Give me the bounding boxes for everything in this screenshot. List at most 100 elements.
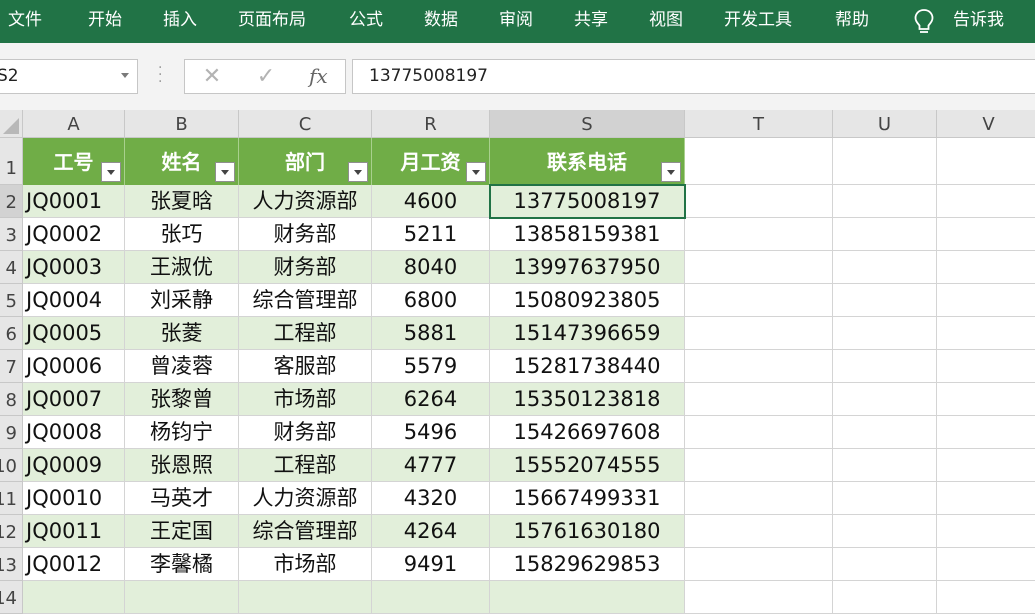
empty-cell[interactable] [937, 548, 1035, 581]
cell-phone[interactable]: 13997637950 [490, 251, 685, 284]
row-header[interactable]: 1 [0, 138, 23, 185]
empty-cell[interactable] [833, 138, 937, 185]
cell-dept[interactable]: 财务部 [239, 218, 372, 251]
cell-dept[interactable]: 人力资源部 [239, 185, 372, 218]
cell-phone[interactable]: 15147396659 [490, 317, 685, 350]
cell-phone[interactable]: 15552074555 [490, 449, 685, 482]
cell-salary[interactable] [372, 581, 490, 614]
cell-id[interactable]: JQ0009 [23, 449, 125, 482]
empty-cell[interactable] [937, 350, 1035, 383]
empty-cell[interactable] [937, 416, 1035, 449]
cell-dept[interactable]: 工程部 [239, 317, 372, 350]
tab-formulas[interactable]: 公式 [349, 0, 383, 43]
cell-dept[interactable]: 市场部 [239, 548, 372, 581]
empty-cell[interactable] [833, 515, 937, 548]
row-header[interactable]: 2 [0, 185, 23, 218]
row-header[interactable]: 6 [0, 317, 23, 350]
cell-phone[interactable]: 13858159381 [490, 218, 685, 251]
name-box[interactable]: S2 [0, 59, 138, 94]
empty-cell[interactable] [937, 383, 1035, 416]
cell-name[interactable]: 杨钧宁 [125, 416, 239, 449]
cell-salary[interactable]: 6264 [372, 383, 490, 416]
cell-salary[interactable]: 5211 [372, 218, 490, 251]
cell-phone[interactable]: 13775008197 [490, 185, 685, 218]
cell-phone[interactable]: 15829629853 [490, 548, 685, 581]
cell-salary[interactable]: 4320 [372, 482, 490, 515]
empty-cell[interactable] [685, 482, 833, 515]
empty-cell[interactable] [685, 548, 833, 581]
empty-cell[interactable] [937, 317, 1035, 350]
cell-salary[interactable]: 5579 [372, 350, 490, 383]
column-header-t[interactable]: T [685, 110, 833, 138]
row-header[interactable]: 10 [0, 449, 23, 482]
cell-name[interactable]: 王淑优 [125, 251, 239, 284]
cell-dept[interactable] [239, 581, 372, 614]
empty-cell[interactable] [685, 449, 833, 482]
tab-file[interactable]: 文件 [8, 0, 42, 43]
empty-cell[interactable] [833, 284, 937, 317]
empty-cell[interactable] [685, 284, 833, 317]
empty-cell[interactable] [685, 251, 833, 284]
column-header-r[interactable]: R [372, 110, 490, 138]
cell-salary[interactable]: 5881 [372, 317, 490, 350]
filter-dropdown-icon[interactable] [661, 162, 681, 182]
empty-cell[interactable] [937, 185, 1035, 218]
insert-function-icon[interactable]: fx [309, 64, 328, 88]
row-header[interactable]: 14 [0, 581, 23, 614]
tell-me-search[interactable]: 告诉我 [953, 0, 1004, 43]
cell-id[interactable] [23, 581, 125, 614]
cell-salary[interactable]: 6800 [372, 284, 490, 317]
row-header[interactable]: 8 [0, 383, 23, 416]
cell-id[interactable]: JQ0003 [23, 251, 125, 284]
tab-view[interactable]: 视图 [649, 0, 683, 43]
cell-name[interactable]: 刘采静 [125, 284, 239, 317]
empty-cell[interactable] [833, 350, 937, 383]
cell-dept[interactable]: 工程部 [239, 449, 372, 482]
row-header[interactable]: 7 [0, 350, 23, 383]
cell-phone[interactable]: 15281738440 [490, 350, 685, 383]
row-header[interactable]: 13 [0, 548, 23, 581]
empty-cell[interactable] [833, 218, 937, 251]
cell-phone[interactable]: 15761630180 [490, 515, 685, 548]
empty-cell[interactable] [685, 185, 833, 218]
cell-phone[interactable]: 15667499331 [490, 482, 685, 515]
tab-review[interactable]: 审阅 [499, 0, 533, 43]
cell-name[interactable]: 马英才 [125, 482, 239, 515]
empty-cell[interactable] [685, 350, 833, 383]
empty-cell[interactable] [833, 482, 937, 515]
cell-salary[interactable]: 8040 [372, 251, 490, 284]
empty-cell[interactable] [937, 515, 1035, 548]
empty-cell[interactable] [685, 317, 833, 350]
filter-dropdown-icon[interactable] [348, 162, 368, 182]
column-header-s[interactable]: S [490, 110, 685, 138]
row-header[interactable]: 4 [0, 251, 23, 284]
empty-cell[interactable] [937, 449, 1035, 482]
empty-cell[interactable] [833, 548, 937, 581]
tab-home[interactable]: 开始 [88, 0, 122, 43]
cell-name[interactable]: 张巧 [125, 218, 239, 251]
cell-name[interactable]: 张恩照 [125, 449, 239, 482]
cell-phone[interactable]: 15426697608 [490, 416, 685, 449]
column-header-v[interactable]: V [937, 110, 1035, 138]
cell-dept[interactable]: 人力资源部 [239, 482, 372, 515]
empty-cell[interactable] [937, 482, 1035, 515]
tab-share[interactable]: 共享 [574, 0, 608, 43]
tab-insert[interactable]: 插入 [163, 0, 197, 43]
empty-cell[interactable] [937, 218, 1035, 251]
column-header-b[interactable]: B [125, 110, 239, 138]
enter-check-icon[interactable]: ✓ [253, 66, 279, 88]
row-header[interactable]: 11 [0, 482, 23, 515]
cancel-icon[interactable]: ✕ [199, 66, 225, 88]
cell-id[interactable]: JQ0012 [23, 548, 125, 581]
cell-salary[interactable]: 5496 [372, 416, 490, 449]
empty-cell[interactable] [937, 581, 1035, 614]
select-all-button[interactable] [0, 110, 23, 138]
tab-help[interactable]: 帮助 [835, 0, 869, 43]
cell-salary[interactable]: 9491 [372, 548, 490, 581]
cell-phone[interactable]: 15350123818 [490, 383, 685, 416]
formula-input[interactable]: 13775008197 [352, 59, 1035, 94]
cell-dept[interactable]: 客服部 [239, 350, 372, 383]
empty-cell[interactable] [685, 515, 833, 548]
filter-dropdown-icon[interactable] [466, 162, 486, 182]
empty-cell[interactable] [833, 383, 937, 416]
